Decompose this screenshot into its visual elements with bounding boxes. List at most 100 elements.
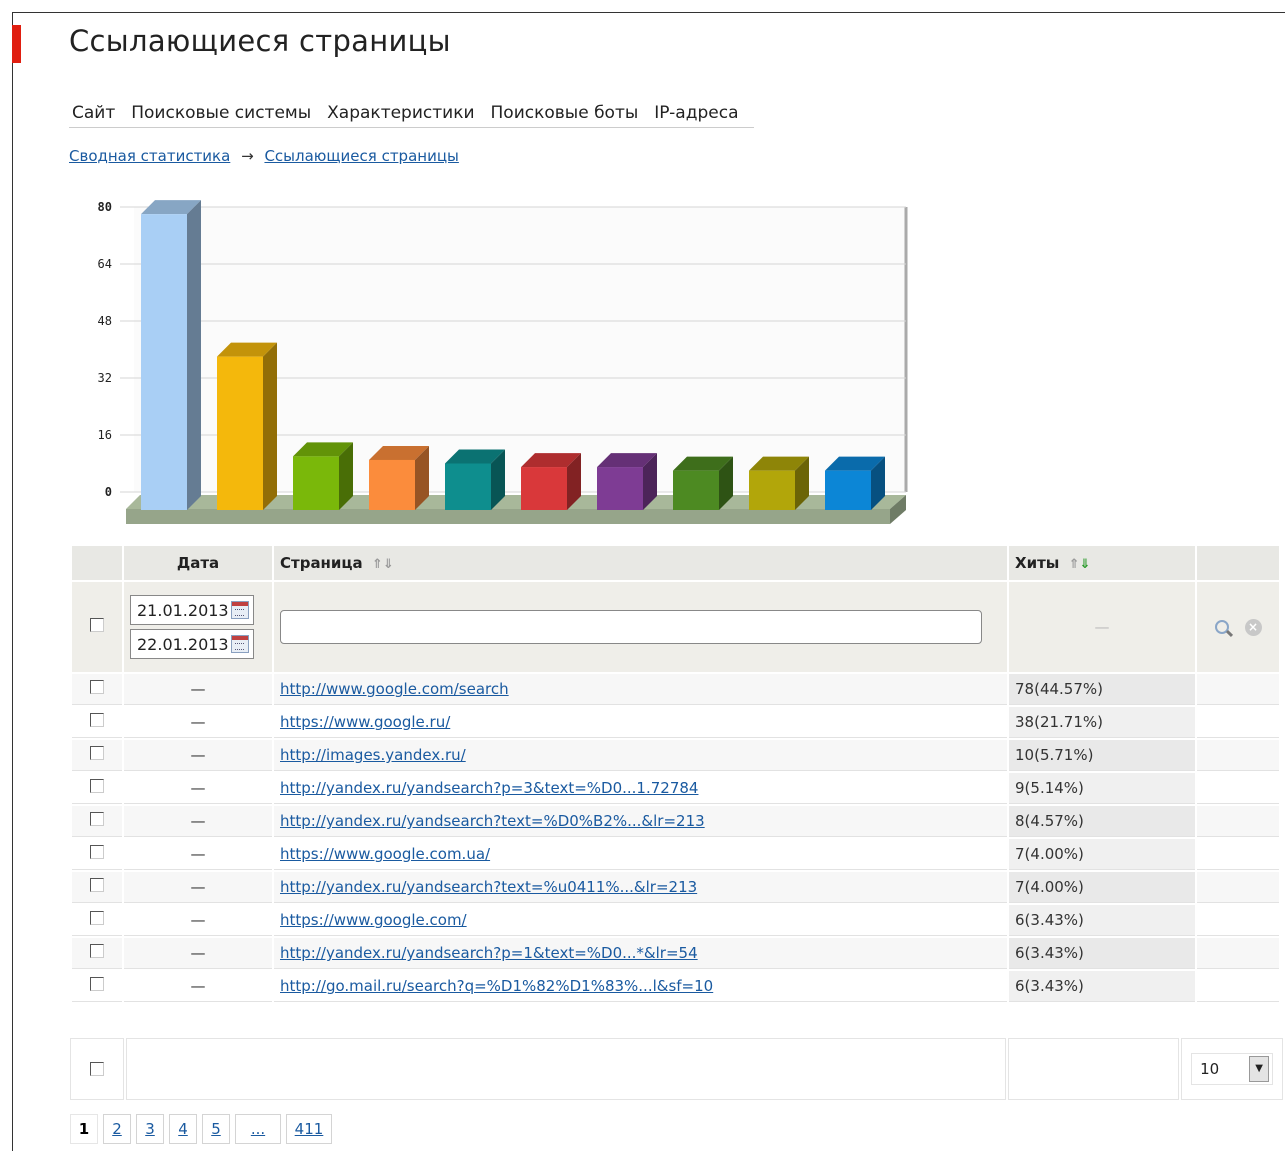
row-date: — [190,812,206,830]
row-checkbox[interactable] [90,845,104,859]
page-link[interactable]: 2 [103,1114,131,1144]
row-checkbox[interactable] [90,779,104,793]
row-page-link[interactable]: http://yandex.ru/yandsearch?text=%u0411%… [280,878,697,896]
row-checkbox[interactable] [90,713,104,727]
stats-tabs: Сайт Поисковые системы Характеристики По… [69,101,754,128]
frame-top-border [12,12,1285,13]
row-actions-cell [1197,707,1279,738]
sort-up-icon[interactable]: ⇑ [1069,557,1080,572]
search-icon[interactable] [1214,620,1229,634]
breadcrumb-root-link[interactable]: Сводная статистика [69,147,230,165]
title-accent-bar [12,25,21,63]
row-date: — [190,944,206,962]
row-checkbox[interactable] [90,977,104,991]
date-to-field[interactable]: 22.01.2013 [130,629,254,659]
frame-left-border [12,12,13,1151]
chart-floor-front [126,509,890,524]
chart-y-tick-label: 80 [98,200,112,214]
row-hits: 7(4.00%) [1015,878,1084,896]
chart-bar-side [187,200,201,510]
row-page-link[interactable]: https://www.google.com.ua/ [280,845,490,863]
footer-select-checkbox[interactable] [89,1062,104,1076]
chevron-down-icon[interactable]: ▼ [1249,1056,1270,1082]
tab-ip-addresses[interactable]: IP-адреса [651,101,741,127]
row-checkbox[interactable] [90,680,104,694]
chart-y-tick-label: 32 [98,371,112,385]
row-actions-cell [1197,740,1279,771]
actions-column-header [1197,546,1279,580]
page-link[interactable]: 4 [169,1114,197,1144]
page-header-label: Страница [280,554,363,572]
row-hits: 10(5.71%) [1015,746,1094,764]
referrers-grid: Дата Страница ⇑⇓ Хиты ⇑⇓ 21.01.2013 22.0… [70,544,1281,1004]
row-actions-cell [1197,971,1279,1002]
row-date: — [190,911,206,929]
page-column-header: Страница ⇑⇓ [274,546,1007,580]
sort-down-icon[interactable]: ⇓ [383,557,394,572]
page-current[interactable]: 1 [70,1114,98,1144]
row-checkbox[interactable] [90,944,104,958]
row-checkbox[interactable] [90,878,104,892]
tab-search-engines[interactable]: Поисковые системы [128,101,314,127]
page-link[interactable]: ... [235,1114,281,1144]
calendar-icon[interactable] [231,635,249,653]
chart-y-tick-label: 64 [98,257,112,271]
tab-site[interactable]: Сайт [69,101,118,127]
select-all-checkbox[interactable] [90,618,104,632]
hits-filter-placeholder: — [1094,618,1110,636]
row-date: — [190,680,206,698]
tab-search-bots[interactable]: Поисковые боты [488,101,642,127]
filter-row: 21.01.2013 22.01.2013 — × [72,582,1279,672]
table-row: — https://www.google.ru/38(21.71%) [72,707,1279,738]
page-link[interactable]: 3 [136,1114,164,1144]
tab-characteristics[interactable]: Характеристики [324,101,477,127]
table-row: — https://www.google.com/6(3.43%) [72,905,1279,936]
row-page-link[interactable]: https://www.google.ru/ [280,713,450,731]
date-from-field[interactable]: 21.01.2013 [130,595,254,625]
page-link[interactable]: 5 [202,1114,230,1144]
hits-header-label: Хиты [1015,554,1060,572]
table-row: — http://go.mail.ru/search?q=%D1%82%D1%83… [72,971,1279,1002]
chart-y-tick-label: 0 [105,485,112,499]
table-row: — http://images.yandex.ru/10(5.71%) [72,740,1279,771]
chart-bar [217,356,263,510]
row-hits: 7(4.00%) [1015,845,1084,863]
row-page-link[interactable]: http://yandex.ru/yandsearch?text=%D0%B2%… [280,812,705,830]
sort-up-icon[interactable]: ⇑ [372,557,383,572]
footer-spacer [125,1038,1006,1100]
sort-down-icon[interactable]: ⇓ [1079,557,1090,572]
chart-bar [521,467,567,510]
row-checkbox[interactable] [90,746,104,760]
date-from-value: 21.01.2013 [137,600,229,620]
page-link[interactable]: 411 [286,1114,332,1144]
row-page-link[interactable]: http://images.yandex.ru/ [280,746,466,764]
row-actions-cell [1197,872,1279,903]
clear-filter-icon[interactable]: × [1244,618,1262,636]
date-to-value: 22.01.2013 [137,634,229,654]
row-hits: 8(4.57%) [1015,812,1084,830]
chart-bar [749,470,795,510]
per-page-select[interactable]: 10 ▼ [1191,1053,1274,1085]
date-column-header: Дата [124,546,272,580]
grid-footer: 10 ▼ [70,1038,1283,1100]
breadcrumb: Сводная статистика → Ссылающиеся страниц… [69,147,459,165]
chart-bar-side [263,342,277,510]
row-checkbox[interactable] [90,812,104,826]
row-actions-cell [1197,905,1279,936]
chart-bar [369,459,415,510]
page-filter-input[interactable] [280,610,982,644]
calendar-icon[interactable] [231,601,249,619]
chart-y-tick-label: 16 [98,428,112,442]
row-page-link[interactable]: https://www.google.com/ [280,911,467,929]
row-checkbox[interactable] [90,911,104,925]
row-page-link[interactable]: http://yandex.ru/yandsearch?p=3&text=%D0… [280,779,698,797]
row-hits: 78(44.57%) [1015,680,1103,698]
row-page-link[interactable]: http://go.mail.ru/search?q=%D1%82%D1%83%… [280,977,713,995]
row-page-link[interactable]: http://yandex.ru/yandsearch?p=1&text=%D0… [280,944,698,962]
table-row: — http://yandex.ru/yandsearch?text=%D0%B2… [72,806,1279,837]
breadcrumb-separator: → [241,147,254,165]
row-hits: 38(21.71%) [1015,713,1103,731]
row-page-link[interactable]: http://www.google.com/search [280,680,509,698]
row-date: — [190,746,206,764]
breadcrumb-current-link[interactable]: Ссылающиеся страницы [264,147,458,165]
